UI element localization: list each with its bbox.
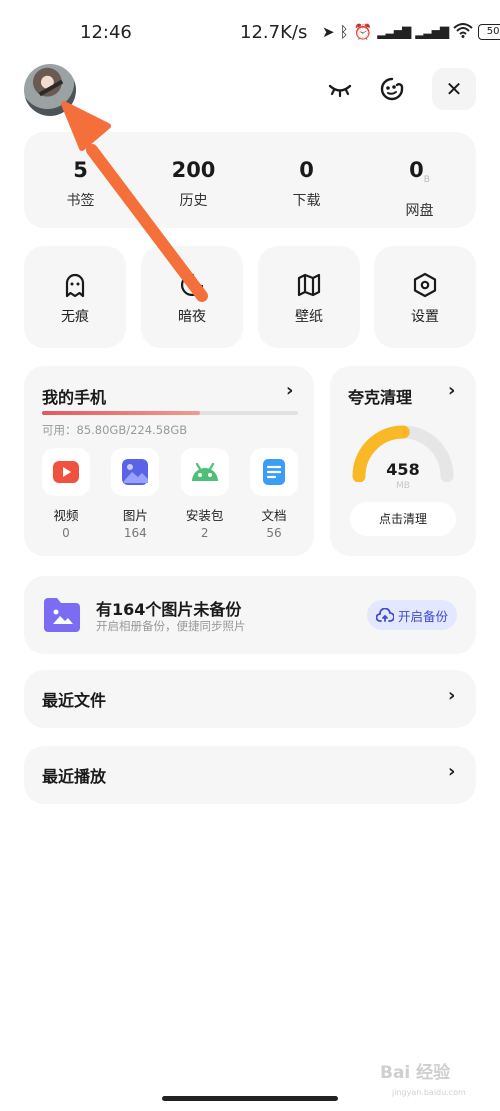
category-count: 56 <box>266 526 282 540</box>
watermark-url: jingyan.baidu.com <box>392 1088 466 1097</box>
stat-downloads[interactable]: 0 下载 <box>250 132 363 228</box>
backup-title: 有164个图片未备份 <box>96 600 242 619</box>
stat-unit: B <box>423 175 430 186</box>
status-bar: 12:46 12.7K/s ➤ ᛒ ⏰ ▂▃▅▇ ▂▃▅▇ 50 <box>0 0 500 62</box>
category-video[interactable]: 视频 0 <box>34 448 98 540</box>
cleaner-title: 夸克清理 <box>348 388 413 407</box>
category-label: 安装包 <box>185 508 224 523</box>
image-icon <box>111 448 160 496</box>
tile-label: 设置 <box>411 309 439 325</box>
home-indicator[interactable] <box>162 1096 338 1101</box>
android-icon <box>180 448 229 496</box>
category-label: 图片 <box>122 508 148 523</box>
recent-files-row[interactable]: 最近文件 › <box>24 670 476 728</box>
stat-label: 书签 <box>66 193 95 209</box>
recent-playback-row[interactable]: 最近播放 › <box>24 746 476 804</box>
stat-label: 历史 <box>179 193 208 209</box>
photo-backup-banner[interactable]: 有164个图片未备份 开启相册备份，便捷同步照片 开启备份 <box>24 576 476 654</box>
stat-bookmarks[interactable]: 5 书签 <box>24 132 137 228</box>
stat-value: 0 <box>299 158 314 182</box>
status-time: 12:46 <box>80 22 132 43</box>
tile-settings[interactable]: 设置 <box>374 246 476 348</box>
chevron-right-icon[interactable]: › <box>448 380 455 401</box>
category-count: 0 <box>62 526 70 540</box>
folder-image-icon <box>44 598 80 632</box>
moon-icon <box>181 273 204 297</box>
chevron-right-icon[interactable]: › <box>448 761 455 782</box>
location-icon: ➤ <box>322 23 335 41</box>
tile-night-mode[interactable]: 暗夜 <box>141 246 243 348</box>
file-category-list: 视频 0 图片 164 安装包 2 文档 56 <box>34 448 306 540</box>
storage-bar-fill <box>42 411 201 415</box>
cloud-upload-icon <box>375 608 394 622</box>
watermark-logo: Bai 经验 <box>380 1063 451 1083</box>
theme-icon[interactable] <box>370 68 414 110</box>
map-icon <box>297 273 321 297</box>
settings-icon <box>413 272 437 298</box>
backup-subtitle: 开启相册备份，便捷同步照片 <box>96 619 246 633</box>
junk-size-unit: MB <box>396 481 410 491</box>
row-title: 最近播放 <box>42 767 107 786</box>
cleaner-card[interactable]: 夸克清理 › 458 MB 点击清理 <box>330 366 476 556</box>
category-apk[interactable]: 安装包 2 <box>173 448 237 540</box>
stat-value: 0B <box>409 158 430 186</box>
stat-value: 200 <box>171 158 216 182</box>
signal-icon: ▂▃▅▇ <box>415 25 449 39</box>
storage-available: 可用：85.80GB/224.58GB <box>42 423 188 437</box>
close-icon[interactable]: ✕ <box>432 68 476 110</box>
eye-closed-icon[interactable] <box>318 68 362 110</box>
enable-backup-button[interactable]: 开启备份 <box>367 600 457 630</box>
tile-label: 无痕 <box>61 309 89 325</box>
stat-label: 下载 <box>292 193 321 209</box>
battery-icon: 50 <box>478 24 500 40</box>
category-images[interactable]: 图片 164 <box>103 448 167 540</box>
category-label: 文档 <box>261 508 287 523</box>
stat-label: 网盘 <box>405 203 434 220</box>
tile-incognito[interactable]: 无痕 <box>24 246 126 348</box>
my-phone-title: 我的手机 <box>42 388 107 407</box>
category-count: 2 <box>200 526 209 540</box>
category-documents[interactable]: 文档 56 <box>242 448 306 540</box>
ghost-icon <box>65 273 85 298</box>
tile-wallpaper[interactable]: 壁纸 <box>258 246 360 348</box>
avatar[interactable] <box>24 64 76 116</box>
chevron-right-icon[interactable]: › <box>448 685 455 706</box>
category-count: 164 <box>123 526 147 540</box>
tile-label: 壁纸 <box>295 309 323 325</box>
my-phone-card[interactable]: 我的手机 › 可用：85.80GB/224.58GB 视频 0 图片 164 安… <box>24 366 314 556</box>
stat-value: 5 <box>73 158 88 182</box>
chevron-right-icon[interactable]: › <box>286 380 293 401</box>
stat-cloud-drive[interactable]: 0B 网盘 <box>363 132 476 228</box>
signal-icon: ▂▃▅▇ <box>377 25 411 39</box>
tile-label: 暗夜 <box>178 309 206 325</box>
category-label: 视频 <box>53 508 79 523</box>
network-speed: 12.7K/s <box>240 22 308 43</box>
status-icons: ➤ ᛒ ⏰ ▂▃▅▇ ▂▃▅▇ 50 <box>322 22 500 42</box>
junk-size-value: 458 <box>386 460 420 479</box>
enable-backup-label: 开启备份 <box>397 608 448 624</box>
video-icon <box>42 448 90 496</box>
stats-card: 5 书签 200 历史 0 下载 0B 网盘 <box>24 132 476 228</box>
stat-history[interactable]: 200 历史 <box>137 132 250 228</box>
bluetooth-icon: ᛒ <box>339 23 349 41</box>
wifi-icon <box>453 22 473 42</box>
alarm-icon: ⏰ <box>353 23 373 41</box>
document-icon <box>249 448 298 496</box>
storage-bar <box>42 411 298 415</box>
clean-button[interactable]: 点击清理 <box>350 502 456 536</box>
row-title: 最近文件 <box>42 691 107 710</box>
